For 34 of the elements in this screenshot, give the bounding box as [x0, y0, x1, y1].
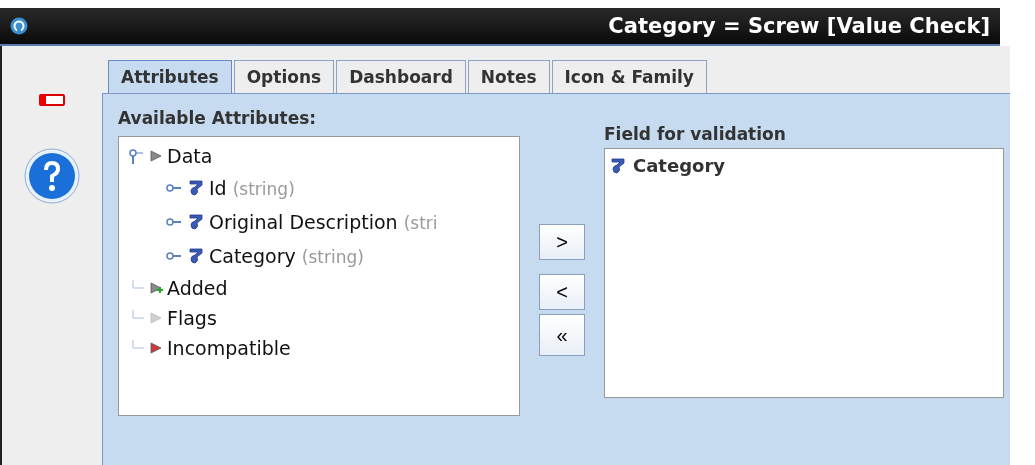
help-icon[interactable] [24, 148, 80, 204]
tree-item[interactable]: Flags [167, 307, 217, 329]
window-title: Category = Screw [Value Check] [608, 14, 990, 38]
move-button[interactable]: > [539, 224, 585, 260]
triangle-icon [149, 341, 163, 355]
tree-item[interactable]: Id (string) [209, 177, 295, 199]
tree-handle-icon[interactable] [165, 215, 183, 229]
tab[interactable]: Icon & Family [551, 60, 707, 93]
tree-item[interactable]: Incompatible [167, 337, 291, 359]
tree-item[interactable]: Added [167, 277, 228, 299]
tree-item[interactable]: Data [167, 145, 213, 167]
move-button[interactable]: « [539, 314, 585, 356]
tab[interactable]: Attributes [108, 60, 232, 93]
tree-handle-icon[interactable] [165, 181, 183, 195]
tree-item[interactable]: Category (string) [209, 245, 364, 267]
tab[interactable]: Options [233, 60, 335, 93]
section-label: Field for validation [604, 124, 787, 144]
expanded-handle-icon[interactable] [127, 148, 145, 164]
triangle-icon [149, 149, 163, 163]
list-item[interactable]: Category [633, 155, 726, 176]
app-icon [10, 17, 28, 35]
move-button[interactable]: < [539, 274, 585, 310]
add-triangle-icon [149, 281, 163, 295]
tree-item[interactable]: Original Description (stri [209, 211, 438, 233]
attribute-icon [189, 214, 203, 230]
tab[interactable]: Dashboard [336, 60, 466, 93]
attribute-icon [189, 248, 203, 264]
warning-bar-icon [39, 94, 65, 106]
tab[interactable]: Notes [467, 60, 550, 93]
tree-handle-icon[interactable] [165, 249, 183, 263]
attribute-icon [189, 180, 203, 196]
section-label: Available Attributes: [118, 108, 318, 128]
triangle-icon [149, 311, 163, 325]
attribute-icon [611, 157, 625, 174]
